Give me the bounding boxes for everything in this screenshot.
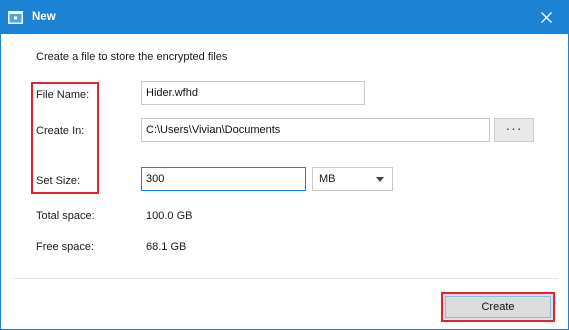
free-space-value: 68.1 GB: [146, 241, 187, 253]
total-space-label: Total space:: [36, 210, 95, 222]
create-in-label: Create In:: [36, 125, 85, 137]
footer-divider: [11, 278, 558, 279]
window-lock-icon: [8, 11, 23, 24]
file-name-input[interactable]: Hider.wfhd: [141, 81, 365, 105]
size-unit-value: MB: [319, 173, 336, 185]
window-title: New: [32, 11, 56, 23]
close-button[interactable]: [524, 1, 568, 34]
chevron-down-icon: [376, 177, 384, 182]
size-unit-select[interactable]: MB: [312, 167, 393, 191]
file-name-label: File Name:: [36, 89, 90, 101]
free-space-label: Free space:: [36, 241, 95, 253]
set-size-label: Set Size:: [36, 175, 81, 187]
dialog-description: Create a file to store the encrypted fil…: [36, 51, 228, 63]
create-in-path-input[interactable]: C:\Users\Vivian\Documents: [141, 118, 490, 142]
more-options-icon: ···: [505, 120, 523, 136]
title-bar: New: [1, 1, 568, 34]
close-icon: [540, 12, 552, 23]
set-size-input[interactable]: 300: [141, 167, 306, 191]
new-file-dialog: New Create a file to store the encrypted…: [0, 0, 569, 330]
total-space-value: 100.0 GB: [146, 210, 193, 222]
create-button[interactable]: Create: [441, 292, 555, 322]
create-button-label: Create: [481, 301, 515, 313]
browse-button[interactable]: ···: [494, 118, 534, 142]
